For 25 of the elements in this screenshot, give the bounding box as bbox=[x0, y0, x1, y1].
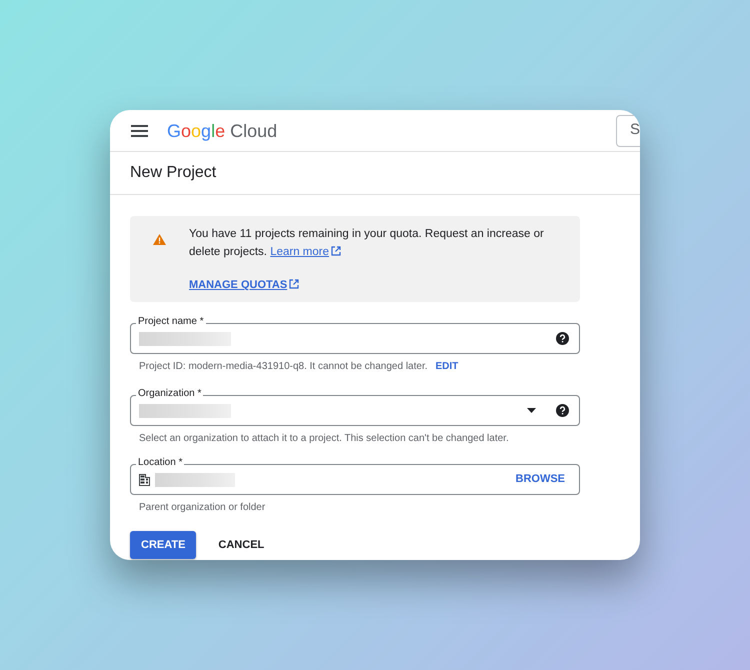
external-link-icon bbox=[331, 246, 342, 256]
logo-product: Cloud bbox=[230, 122, 278, 140]
warning-icon bbox=[153, 234, 166, 245]
helper-text: Select an organization to attach it to a project. This selection can't be changed later. bbox=[139, 432, 509, 446]
create-button[interactable]: CREATE bbox=[130, 531, 196, 559]
external-link-icon bbox=[289, 279, 300, 289]
learn-more-link[interactable]: Learn more bbox=[270, 246, 342, 258]
menu-icon[interactable] bbox=[131, 124, 148, 136]
search-field[interactable]: S bbox=[616, 114, 640, 146]
building-icon bbox=[139, 474, 150, 486]
manage-quotas-link[interactable]: MANAGE QUOTAS bbox=[189, 277, 300, 294]
edit-link[interactable]: EDIT bbox=[436, 360, 458, 374]
input-field[interactable]: BROWSE bbox=[130, 464, 580, 495]
browse-button[interactable]: BROWSE bbox=[516, 471, 565, 488]
dropdown-caret-icon[interactable] bbox=[527, 408, 536, 413]
help-icon[interactable] bbox=[556, 404, 569, 417]
alert-message: You have 11 projects remaining in your quota. Request an increase or delete projects. Learn more bbox=[189, 227, 545, 260]
helper-text: Parent organization or folder bbox=[139, 501, 266, 515]
cancel-button[interactable]: CANCEL bbox=[218, 531, 264, 559]
field-label: Organization * bbox=[136, 387, 204, 401]
page-title: New Project bbox=[130, 163, 216, 183]
field-label: Project name * bbox=[136, 315, 206, 329]
helper-text: Project ID: modern-media-431910-q8. It cannot be changed later. bbox=[139, 360, 428, 374]
logo-brand: Google bbox=[167, 122, 226, 140]
help-icon[interactable] bbox=[556, 332, 569, 345]
